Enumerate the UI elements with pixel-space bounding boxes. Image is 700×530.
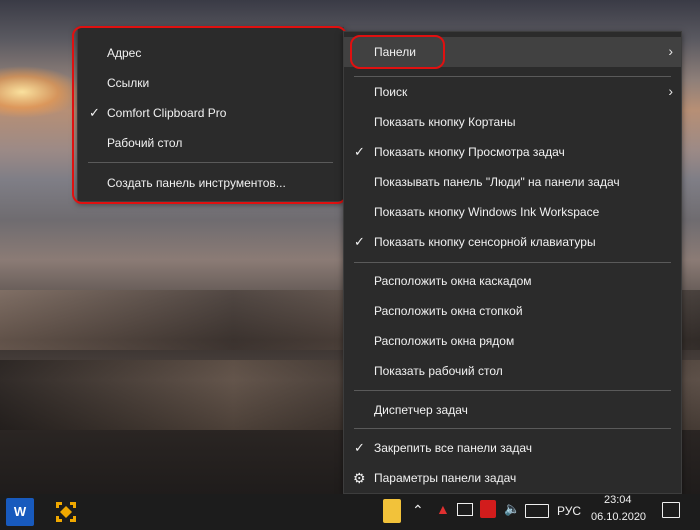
menu-item-show-task-view[interactable]: ✓ Показать кнопку Просмотра задач [344,137,681,167]
menu-separator [354,262,671,263]
menu-item-label: Показать кнопку сенсорной клавиатуры [374,235,596,249]
menu-item-search[interactable]: Поиск › [344,77,681,107]
checkmark-icon: ✓ [354,144,365,159]
app-red-icon[interactable] [480,500,496,518]
app-cube-icon[interactable] [52,498,80,526]
menu-item-task-manager[interactable]: Диспетчер задач [344,395,681,425]
menu-item-label: Расположить окна стопкой [374,304,523,318]
menu-item-show-touch-keyboard[interactable]: ✓ Показать кнопку сенсорной клавиатуры [344,227,681,257]
taskbar: W ⌃ ▲ 🔈 РУС 23:04 06.10.2020 [0,494,700,530]
menu-item-label: Диспетчер задач [374,403,468,417]
menu-item-taskbar-settings[interactable]: ⚙ Параметры панели задач [344,463,681,493]
notifications-icon[interactable] [662,502,680,518]
speaker-icon[interactable]: 🔈 [504,501,520,517]
panels-highlight-ring [350,35,445,69]
menu-item-label: Показать кнопку Просмотра задач [374,145,565,159]
taskbar-context-menu: Панели › Поиск › Показать кнопку Кортаны… [343,31,682,494]
menu-item-label: Показать кнопку Windows Ink Workspace [374,205,600,219]
menu-item-label: Закрепить все панели задач [374,441,533,455]
gear-icon: ⚙ [353,470,366,486]
menu-item-show-desktop[interactable]: Показать рабочий стол [344,356,681,386]
menu-item-show-ink[interactable]: Показать кнопку Windows Ink Workspace [344,197,681,227]
menu-item-label: Показывать панель "Люди" на панели задач [374,175,620,189]
menu-item-label: Расположить окна каскадом [374,274,532,288]
clock-date[interactable]: 06.10.2020 [591,511,646,523]
chevron-up-icon[interactable]: ⌃ [412,502,424,519]
network-status-icon[interactable]: ▲ [436,501,450,517]
keyboard-icon[interactable] [525,504,549,518]
menu-item-side-by-side[interactable]: Расположить окна рядом [344,326,681,356]
chevron-right-icon: › [668,83,673,99]
menu-separator [354,390,671,391]
monitor-icon[interactable] [457,503,473,516]
language-indicator[interactable]: РУС [557,504,581,518]
menu-item-cascade[interactable]: Расположить окна каскадом [344,266,681,296]
menu-item-label: Поиск [374,85,408,99]
menu-item-show-people[interactable]: Показывать панель "Люди" на панели задач [344,167,681,197]
menu-item-label: Показать кнопку Кортаны [374,115,516,129]
menu-separator [354,428,671,429]
menu-item-show-cortana[interactable]: Показать кнопку Кортаны [344,107,681,137]
menu-item-label: Показать рабочий стол [374,364,503,378]
clock-time[interactable]: 23:04 [604,494,632,506]
clipboard-tray-icon[interactable] [383,499,401,523]
checkmark-icon: ✓ [354,234,365,249]
menu-item-lock-taskbars[interactable]: ✓ Закрепить все панели задач [344,433,681,463]
chevron-right-icon: › [668,43,673,59]
menu-item-label: Параметры панели задач [374,471,517,485]
menu-item-label: Расположить окна рядом [374,334,515,348]
submenu-highlight-ring [72,26,347,204]
menu-item-stack[interactable]: Расположить окна стопкой [344,296,681,326]
word-icon[interactable]: W [6,498,34,526]
checkmark-icon: ✓ [354,440,365,455]
